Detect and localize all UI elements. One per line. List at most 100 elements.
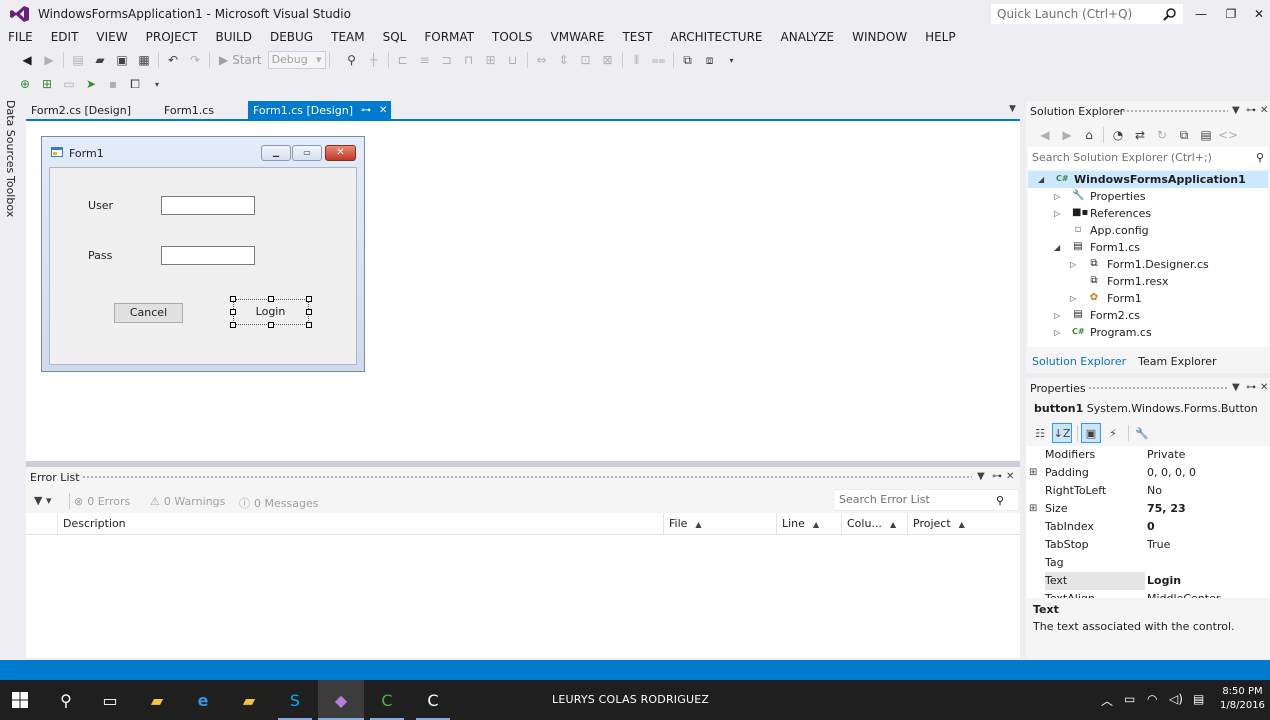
messages-toggle[interactable]: ⓘ 0 Messages — [239, 495, 318, 511]
expanded-arrow-icon[interactable]: ◢ — [1038, 171, 1044, 188]
collapsed-arrow-icon[interactable]: ▷ — [1054, 307, 1060, 324]
align-centers-icon[interactable]: ≡ — [416, 51, 434, 69]
refresh-icon[interactable]: ↻ — [1153, 126, 1171, 144]
menu-file[interactable]: FILE — [0, 28, 42, 46]
tree-item-form1-class[interactable]: ▷ ✿ Form1 — [1028, 290, 1268, 307]
description-column-header[interactable]: Description — [58, 513, 664, 535]
align-bottoms-icon[interactable]: ⊔ — [504, 51, 522, 69]
menu-edit[interactable]: EDIT — [42, 28, 88, 46]
home-icon[interactable]: ⌂ — [1080, 126, 1098, 144]
menu-test[interactable]: TEST — [613, 28, 661, 46]
quick-launch-input[interactable]: Quick Launch (Ctrl+Q) — [990, 3, 1184, 25]
menu-debug[interactable]: DEBUG — [261, 28, 322, 46]
remove-icon[interactable]: ▭ — [60, 75, 78, 93]
battery-icon[interactable]: ▭ — [1124, 692, 1135, 706]
make-same-width-icon[interactable]: ⇔ — [533, 51, 551, 69]
tab-solution-explorer[interactable]: Solution Explorer — [1026, 353, 1133, 373]
user-label[interactable]: User — [88, 199, 113, 212]
form1-client-area[interactable]: User Pass Cancel Login — [49, 167, 357, 365]
align-middles-icon[interactable]: ⊞ — [482, 51, 500, 69]
make-same-size-icon[interactable]: ⊡ — [577, 51, 595, 69]
folder-icon[interactable]: ▰ — [237, 688, 261, 712]
pin-icon[interactable]: ⊶ — [992, 471, 1002, 482]
sync-icon[interactable]: ⇄ — [1131, 126, 1149, 144]
property-row-tag[interactable]: Tag — [1026, 554, 1270, 572]
pending-changes-filter-icon[interactable]: ◔ — [1109, 126, 1127, 144]
login-button[interactable]: Login — [236, 303, 305, 323]
events-icon[interactable]: ⚡ — [1103, 423, 1123, 443]
column-column-header[interactable]: Colu... ▲ — [842, 513, 908, 535]
menu-team[interactable]: TEAM — [322, 28, 373, 46]
property-value[interactable]: 0, 0, 0, 0 — [1147, 464, 1196, 482]
windows-start-icon[interactable] — [8, 688, 32, 712]
pin-icon[interactable]: ⊶ — [1246, 382, 1256, 393]
align-rights-icon[interactable]: ⊐ — [438, 51, 456, 69]
collapsed-arrow-icon[interactable]: ▷ — [1070, 290, 1076, 307]
menu-project[interactable]: PROJECT — [137, 28, 207, 46]
find-icon[interactable]: ⚲ — [343, 51, 361, 69]
tab-form2-design[interactable]: Form2.cs [Design] — [26, 101, 136, 121]
resize-handle[interactable] — [306, 322, 312, 328]
line-column-header[interactable]: Line ▲ — [777, 513, 842, 535]
task-view-icon[interactable]: ▭ — [98, 688, 122, 712]
property-row-size[interactable]: ⊞ Size 75, 23 — [1026, 500, 1270, 518]
save-all-icon[interactable]: ▦ — [135, 51, 153, 69]
window-position-dropdown-icon[interactable]: ▼ — [977, 471, 985, 482]
property-row-textalign[interactable]: TextAlign MiddleCenter — [1026, 590, 1270, 598]
property-value[interactable]: MiddleCenter — [1147, 590, 1220, 598]
tree-item-form1-designer[interactable]: ▷ ⧉ Form1.Designer.cs — [1028, 256, 1268, 273]
pass-label[interactable]: Pass — [88, 249, 112, 262]
search-solution-explorer-input[interactable]: Search Solution Explorer (Ctrl+;) ⚲ — [1028, 147, 1268, 169]
show-all-files-icon[interactable]: ▤ — [1197, 126, 1215, 144]
resize-handle[interactable] — [306, 309, 312, 315]
icon-column-header[interactable] — [26, 513, 58, 535]
property-row-text[interactable]: Text Login — [1026, 572, 1270, 590]
alphabetical-icon[interactable]: ↓Z — [1052, 423, 1072, 443]
restore-button[interactable]: ❐ — [1218, 4, 1244, 24]
resize-handle[interactable] — [230, 309, 236, 315]
make-same-height-icon[interactable]: ⇕ — [555, 51, 573, 69]
skype-icon[interactable]: S — [283, 688, 307, 712]
user-textbox[interactable] — [161, 196, 255, 215]
collapsed-arrow-icon[interactable]: ▷ — [1070, 256, 1076, 273]
visual-studio-icon[interactable]: ◆ — [329, 688, 353, 712]
search-icon[interactable]: ⚲ — [54, 688, 78, 712]
project-column-header[interactable]: Project ▲ — [908, 513, 1020, 535]
filter-icon[interactable]: ▼ ▾ — [34, 494, 51, 507]
menu-vmware[interactable]: VMWARE — [542, 28, 614, 46]
property-row-modifiers[interactable]: Modifiers Private — [1026, 446, 1270, 464]
categorized-icon[interactable]: ☷ — [1030, 423, 1050, 443]
toolbar-overflow-icon[interactable]: ▾ — [723, 51, 741, 69]
pass-textbox[interactable] — [161, 246, 255, 265]
minimize-button[interactable]: — — [1188, 4, 1214, 24]
close-tab-icon[interactable]: ✕ — [379, 101, 387, 121]
menu-window[interactable]: WINDOW — [843, 28, 916, 46]
expand-plus-icon[interactable]: ⊞ — [1029, 464, 1037, 482]
property-value[interactable]: True — [1147, 536, 1170, 554]
tree-item-properties[interactable]: ▷ 🔧 Properties — [1028, 188, 1268, 205]
close-button[interactable]: ✕ — [1246, 4, 1270, 24]
tab-form1-design[interactable]: Form1.cs [Design] ⊶ ✕ — [248, 101, 392, 121]
save-icon[interactable]: ▣ — [113, 51, 131, 69]
object-selector[interactable]: button1 System.Windows.Forms.Button — [1034, 402, 1258, 415]
resize-handle[interactable] — [230, 296, 236, 302]
pin-icon[interactable]: ⊶ — [361, 101, 371, 121]
forward-icon[interactable]: ▶ — [40, 51, 58, 69]
run-icon[interactable]: ➤ — [82, 75, 100, 93]
tree-item-program-cs[interactable]: ▷ C# Program.cs — [1028, 324, 1268, 341]
add-new-icon[interactable]: ⊞ — [38, 75, 56, 93]
edge-icon[interactable]: e — [191, 688, 215, 712]
notifications-icon[interactable]: ▤ — [1193, 692, 1204, 706]
form-designer-surface[interactable]: Form1 ▁ ▭ ✕ User Pass Cancel Login — [26, 121, 1020, 461]
send-to-back-icon[interactable]: ⧈ — [701, 51, 719, 69]
solution-config-dropdown[interactable]: Debug — [267, 51, 326, 69]
menu-architecture[interactable]: ARCHITECTURE — [661, 28, 771, 46]
property-value[interactable]: Private — [1147, 446, 1185, 464]
align-tops-icon[interactable]: ⊓ — [460, 51, 478, 69]
tab-form1-code[interactable]: Form1.cs — [159, 101, 219, 121]
property-value[interactable]: No — [1147, 482, 1162, 500]
property-value[interactable]: 75, 23 — [1147, 500, 1186, 518]
taskbar-clock[interactable]: 8:50 PM 1/8/2016 — [1220, 685, 1265, 713]
warnings-toggle[interactable]: ⚠ 0 Warnings — [150, 495, 225, 508]
tree-item-form1-resx[interactable]: ⧉ Form1.resx — [1028, 273, 1268, 290]
